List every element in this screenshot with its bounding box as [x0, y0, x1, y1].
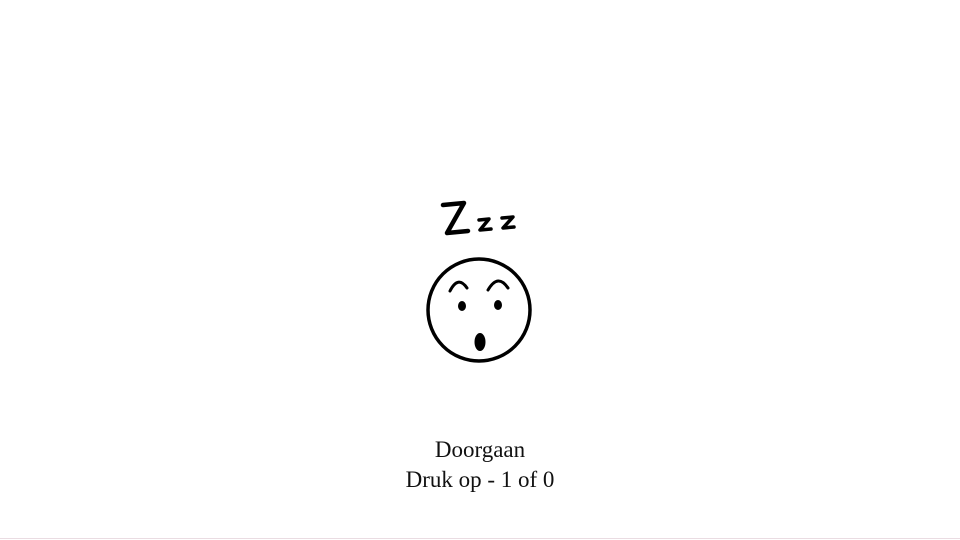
key-hint: Druk op - 1 of 0 — [405, 467, 555, 492]
sleeping-face-icon — [400, 185, 560, 375]
face-icon — [426, 257, 532, 363]
continue-title: Doorgaan — [434, 437, 526, 462]
zzz-icon — [440, 200, 516, 236]
bottom-divider — [0, 538, 960, 539]
